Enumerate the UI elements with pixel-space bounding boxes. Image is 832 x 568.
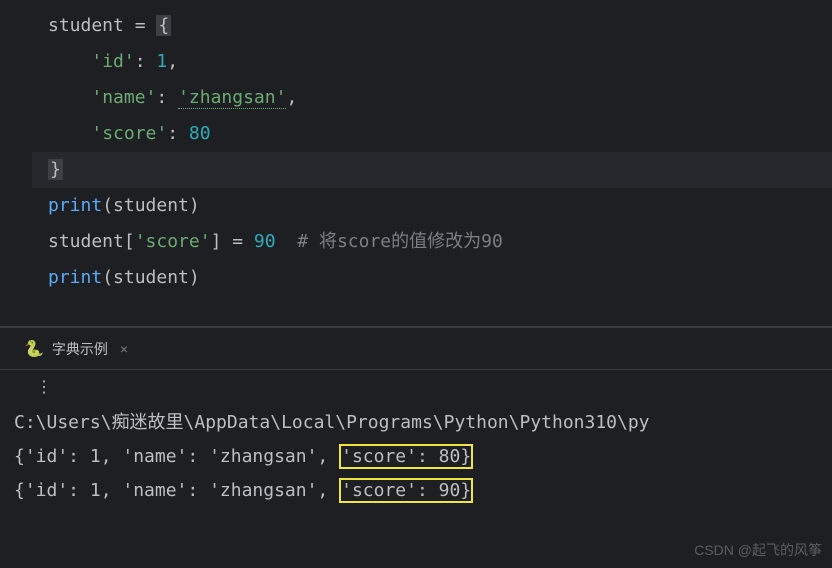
watermark: CSDN @起飞的风筝 — [694, 540, 822, 560]
code-line[interactable]: 'id': 1, — [32, 44, 832, 80]
run-panel: 🐍 字典示例 × ⋮ C:\Users\痴迷故里\AppData\Local\P… — [0, 328, 832, 508]
line-number — [0, 260, 32, 296]
more-icon[interactable]: ⋮ — [36, 377, 52, 396]
output-line: {'id': 1, 'name': 'zhangsan', 'score': 9… — [14, 474, 832, 508]
tab-label: 字典示例 — [52, 339, 108, 359]
code-line[interactable]: 'score': 80 — [32, 116, 832, 152]
line-number — [0, 116, 32, 152]
line-number — [0, 152, 32, 188]
code-line-active[interactable]: } — [32, 152, 832, 188]
code-line[interactable]: student['score'] = 90 # 将score的值修改为90 — [32, 224, 832, 260]
code-content[interactable]: student = { 'id': 1, 'name': 'zhangsan',… — [32, 0, 832, 326]
code-line[interactable]: print(student) — [32, 260, 832, 296]
highlight-box: 'score': 80} — [339, 444, 473, 469]
run-tab[interactable]: 🐍 字典示例 × — [24, 339, 128, 359]
gutter — [0, 0, 32, 326]
line-number — [0, 8, 32, 44]
highlight-box: 'score': 90} — [339, 478, 473, 503]
code-line[interactable]: student = { — [32, 8, 832, 44]
line-number — [0, 188, 32, 224]
python-icon: 🐍 — [24, 339, 44, 359]
close-icon[interactable]: × — [120, 341, 128, 357]
line-number — [0, 80, 32, 116]
tab-bar: 🐍 字典示例 × — [0, 328, 832, 370]
output-path: C:\Users\痴迷故里\AppData\Local\Programs\Pyt… — [14, 406, 832, 440]
code-editor[interactable]: student = { 'id': 1, 'name': 'zhangsan',… — [0, 0, 832, 326]
output-line: {'id': 1, 'name': 'zhangsan', 'score': 8… — [14, 440, 832, 474]
line-number — [0, 224, 32, 260]
toolbar: ⋮ — [0, 370, 832, 402]
code-line[interactable]: print(student) — [32, 188, 832, 224]
line-number — [0, 44, 32, 80]
output-area: C:\Users\痴迷故里\AppData\Local\Programs\Pyt… — [0, 402, 832, 508]
code-line[interactable]: 'name': 'zhangsan', — [32, 80, 832, 116]
